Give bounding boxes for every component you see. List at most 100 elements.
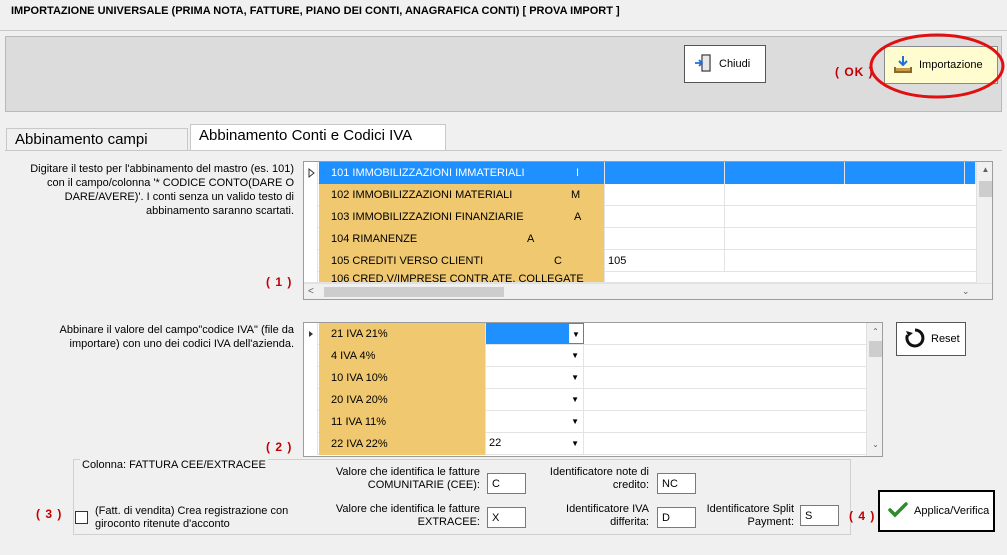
extra-cell[interactable] xyxy=(845,162,965,184)
vat-match-dropdown[interactable]: ▼ xyxy=(486,345,584,366)
tab-label: Abbinamento campi xyxy=(15,131,148,148)
extra-cell[interactable] xyxy=(725,162,845,184)
cee-value-input[interactable] xyxy=(487,473,526,494)
table-row[interactable]: 101 IMMOBILIZZAZIONI IMMATERIALI I xyxy=(304,162,976,184)
vat-code-cell[interactable]: 11 IVA 11% xyxy=(319,411,486,433)
scroll-up-icon[interactable]: ⌃ xyxy=(867,327,882,336)
vat-match-dropdown[interactable]: ▼ xyxy=(486,411,584,432)
vat-match-dropdown[interactable]: ▼ xyxy=(486,323,584,344)
account-name: 102 IMMOBILIZZAZIONI MATERIALI xyxy=(331,189,513,201)
account-name-cell[interactable]: 106 CRED.V/IMPRESE CONTR.ATE, COLLEGATE xyxy=(319,272,605,283)
deferred-vat-input[interactable] xyxy=(657,507,696,528)
table-row[interactable]: 20 IVA 20% ▼ xyxy=(304,389,866,411)
credit-note-input[interactable] xyxy=(657,473,696,494)
row-selector xyxy=(304,345,318,367)
close-button-label: Chiudi xyxy=(719,58,751,70)
vat-code-name: 10 IVA 10% xyxy=(331,372,388,384)
reset-button[interactable]: Reset xyxy=(896,322,966,356)
vat-match-dropdown[interactable]: 22 ▼ xyxy=(486,433,584,454)
table-row[interactable]: 104 RIMANENZE A xyxy=(304,228,976,250)
vat-code-cell[interactable]: 21 IVA 21% xyxy=(319,323,486,345)
vat-code-cell[interactable]: 20 IVA 20% xyxy=(319,389,486,411)
chevron-down-icon[interactable]: ▼ xyxy=(571,389,579,410)
account-match-cell[interactable] xyxy=(605,184,725,206)
extra-cell[interactable] xyxy=(965,162,976,184)
row-selector xyxy=(304,411,318,433)
account-name-cell[interactable]: 105 CREDITI VERSO CLIENTI xyxy=(319,250,605,272)
chevron-down-icon[interactable]: ▼ xyxy=(571,433,579,454)
scroll-left-icon[interactable]: < xyxy=(308,286,314,297)
chevron-down-icon[interactable]: ▼ xyxy=(571,367,579,388)
account-match-cell[interactable] xyxy=(605,162,725,184)
extracee-value-input[interactable] xyxy=(487,507,526,528)
accounts-instructions: Digitare il testo per l'abbinamento del … xyxy=(30,163,294,217)
vat-code-cell[interactable]: 10 IVA 10% xyxy=(319,367,486,389)
vertical-scrollbar[interactable]: ⌃ ⌄ xyxy=(866,323,882,456)
table-row[interactable]: 10 IVA 10% ▼ xyxy=(304,367,866,389)
table-row[interactable]: 105 CREDITI VERSO CLIENTI C 105 xyxy=(304,250,976,272)
table-row[interactable]: 4 IVA 4% ▼ xyxy=(304,345,866,367)
close-button[interactable]: Chiudi xyxy=(684,45,766,83)
account-name-cell[interactable]: 101 IMMOBILIZZAZIONI IMMATERIALI xyxy=(319,162,605,184)
apply-verify-button[interactable]: Applica/Verifica xyxy=(878,490,995,532)
horizontal-scrollbar[interactable]: < ⌄ xyxy=(304,283,992,299)
row-selector xyxy=(304,184,318,206)
account-code: C xyxy=(554,255,562,267)
table-row[interactable]: 11 IVA 11% ▼ xyxy=(304,411,866,433)
vat-code-name: 22 IVA 22% xyxy=(331,438,388,450)
table-row[interactable]: 22 IVA 22% 22 ▼ xyxy=(304,433,866,455)
scroll-down-icon[interactable]: ⌄ xyxy=(962,286,970,297)
table-row[interactable]: 103 IMMOBILIZZAZIONI FINANZIARIE A xyxy=(304,206,976,228)
vat-code-cell[interactable]: 22 IVA 22% xyxy=(319,433,486,455)
row-selector xyxy=(304,433,318,455)
account-name: 106 CRED.V/IMPRESE CONTR.ATE, COLLEGATE xyxy=(331,273,584,283)
deferred-vat-label: Identificatore IVA differita: xyxy=(566,503,649,528)
vat-grid[interactable]: 21 IVA 21% ▼ 4 IVA 4% ▼ 10 IVA 10% ▼ 20 … xyxy=(303,322,883,457)
scroll-thumb[interactable] xyxy=(869,341,882,357)
account-code: M xyxy=(571,189,581,201)
row-selector xyxy=(304,250,318,272)
row-selector xyxy=(304,323,318,345)
vertical-scrollbar[interactable]: ▲ xyxy=(976,162,992,283)
tab-label: Abbinamento Conti e Codici IVA xyxy=(199,127,413,144)
withholding-checkbox[interactable] xyxy=(75,511,88,524)
chevron-down-icon[interactable]: ▼ xyxy=(569,324,583,343)
annotation-2: ( 2 ) xyxy=(266,440,293,454)
split-payment-input[interactable] xyxy=(800,505,839,526)
account-name-cell[interactable]: 104 RIMANENZE xyxy=(319,228,605,250)
vat-code-cell[interactable]: 4 IVA 4% xyxy=(319,345,486,367)
table-row[interactable]: 106 CRED.V/IMPRESE CONTR.ATE, COLLEGATE xyxy=(304,272,976,283)
account-name-cell[interactable]: 103 IMMOBILIZZAZIONI FINANZIARIE xyxy=(319,206,605,228)
apply-verify-label: Applica/Verifica xyxy=(914,505,990,517)
account-code: I xyxy=(576,167,580,179)
scroll-down-icon[interactable]: ⌄ xyxy=(867,440,882,449)
account-match-cell[interactable] xyxy=(605,228,725,250)
credit-note-label: Identificatore note di credito: xyxy=(549,466,649,491)
vat-match-dropdown[interactable]: ▼ xyxy=(486,389,584,410)
account-name-cell[interactable]: 102 IMMOBILIZZAZIONI MATERIALI xyxy=(319,184,605,206)
table-row[interactable]: 21 IVA 21% ▼ xyxy=(304,323,866,345)
account-match-cell[interactable]: 105 xyxy=(605,250,725,272)
account-code: A xyxy=(574,211,582,223)
exit-door-icon xyxy=(693,53,713,76)
row-selector xyxy=(304,367,318,389)
cee-label: Valore che identifica le fatture COMUNIT… xyxy=(335,466,480,491)
chevron-down-icon[interactable]: ▼ xyxy=(571,345,579,366)
chevron-down-icon[interactable]: ▼ xyxy=(571,411,579,432)
table-row[interactable]: 102 IMMOBILIZZAZIONI MATERIALI M xyxy=(304,184,976,206)
scroll-up-icon[interactable]: ▲ xyxy=(977,165,992,174)
vat-match-dropdown[interactable]: ▼ xyxy=(486,367,584,388)
accounts-grid[interactable]: 101 IMMOBILIZZAZIONI IMMATERIALI I 102 I… xyxy=(303,161,993,300)
row-selector xyxy=(304,206,318,228)
scroll-thumb[interactable] xyxy=(324,287,504,297)
tab-accounts-vat-matching[interactable]: Abbinamento Conti e Codici IVA xyxy=(190,124,446,152)
tab-field-matching[interactable]: Abbinamento campi xyxy=(6,128,188,152)
annotation-3: ( 3 ) xyxy=(36,507,63,521)
row-selector xyxy=(304,272,318,282)
vat-code-name: 4 IVA 4% xyxy=(331,350,376,362)
divider xyxy=(0,30,1007,31)
account-code: A xyxy=(527,233,535,245)
account-name: 103 IMMOBILIZZAZIONI FINANZIARIE xyxy=(331,211,524,223)
account-match-cell[interactable] xyxy=(605,206,725,228)
scroll-thumb[interactable] xyxy=(979,181,992,197)
